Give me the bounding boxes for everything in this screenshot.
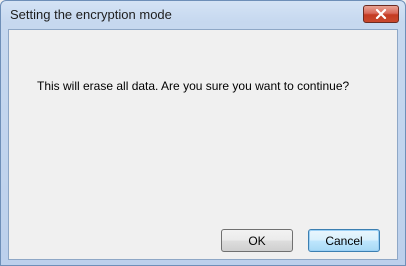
- dialog-content: This will erase all data. Are you sure y…: [8, 29, 398, 260]
- dialog-title: Setting the encryption mode: [10, 7, 172, 22]
- dialog-window: Setting the encryption mode This will er…: [0, 0, 406, 266]
- close-icon: [375, 9, 387, 19]
- title-bar[interactable]: Setting the encryption mode: [1, 1, 405, 29]
- close-button[interactable]: [363, 5, 399, 23]
- cancel-button[interactable]: Cancel: [308, 229, 380, 252]
- confirmation-message: This will erase all data. Are you sure y…: [37, 79, 350, 93]
- ok-button[interactable]: OK: [221, 229, 293, 252]
